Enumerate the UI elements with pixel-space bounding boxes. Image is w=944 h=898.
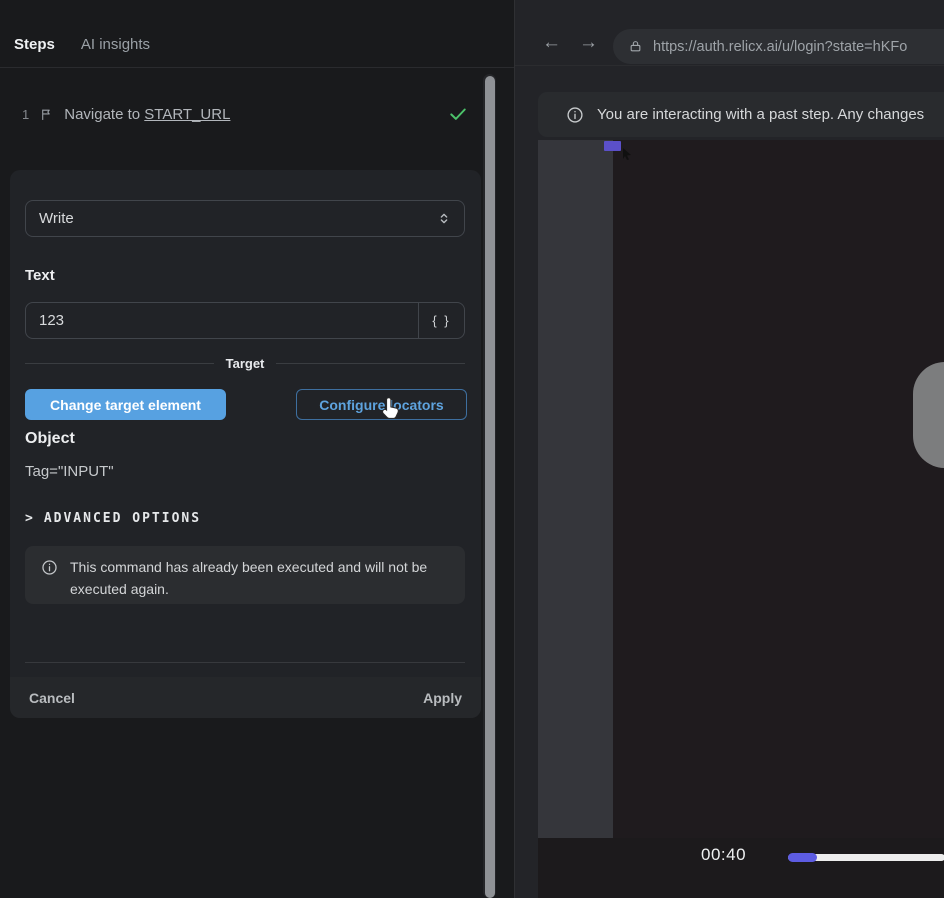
url-text: https://auth.relicx.ai/u/login?state=hKF… xyxy=(653,39,907,55)
url-bar[interactable]: https://auth.relicx.ai/u/login?state=hKF… xyxy=(613,29,944,64)
browser-back-button[interactable]: ← xyxy=(542,32,561,54)
info-icon xyxy=(566,106,584,124)
player-progress-bar[interactable] xyxy=(788,854,944,861)
past-step-banner: You are interacting with a past step. An… xyxy=(538,92,944,137)
steps-panel: Steps AI insights 1 Navigate to START_UR… xyxy=(0,0,514,898)
player-timestamp: 00:40 xyxy=(701,845,746,865)
floating-side-control[interactable] xyxy=(913,362,944,468)
replay-page-sidebar xyxy=(538,140,613,838)
flag-icon xyxy=(40,107,53,122)
step-editor-card: Write Text 123 { } Target Change target … xyxy=(10,170,481,718)
text-field-label: Text xyxy=(25,267,55,284)
banner-message: You are interacting with a past step. An… xyxy=(597,106,924,123)
replay-page-body[interactable] xyxy=(613,140,944,838)
divider-line xyxy=(25,363,214,364)
session-replay-region: 00:40 xyxy=(538,140,944,898)
footer-divider xyxy=(25,662,465,663)
object-label: Object xyxy=(25,430,75,448)
start-url-link[interactable]: START_URL xyxy=(144,106,230,123)
relicx-step-editor-window: Steps AI insights 1 Navigate to START_UR… xyxy=(0,0,944,898)
browser-replay-panel: ← → https://auth.relicx.ai/u/login?state… xyxy=(514,0,944,898)
change-target-element-button[interactable]: Change target element xyxy=(25,389,226,420)
browser-forward-button[interactable]: → xyxy=(579,32,598,54)
step-number: 1 xyxy=(22,107,29,122)
divider-line xyxy=(276,363,465,364)
editor-footer: Cancel Apply xyxy=(10,677,481,718)
select-updown-chevron-icon xyxy=(437,211,451,226)
expand-chevron-icon: > xyxy=(25,511,35,526)
step-success-check-icon xyxy=(449,107,467,121)
replay-element-highlight xyxy=(604,141,621,151)
command-select[interactable]: Write xyxy=(25,200,465,237)
step-row[interactable]: 1 Navigate to START_URL xyxy=(22,101,467,127)
text-input[interactable]: 123 xyxy=(26,303,418,338)
tab-steps[interactable]: Steps xyxy=(14,36,55,53)
text-input-row: 123 { } xyxy=(25,302,465,339)
cancel-button[interactable]: Cancel xyxy=(29,690,75,706)
panel-tabs: Steps AI insights xyxy=(0,22,514,68)
step-description: Navigate to START_URL xyxy=(64,106,230,123)
object-value: Tag="INPUT" xyxy=(25,463,114,480)
advanced-options-label: ADVANCED OPTIONS xyxy=(44,511,201,526)
apply-button[interactable]: Apply xyxy=(423,690,462,706)
advanced-options-toggle[interactable]: > ADVANCED OPTIONS xyxy=(25,511,201,526)
steps-scrollbar xyxy=(483,74,496,898)
target-label: Target xyxy=(226,356,265,371)
tab-ai-insights[interactable]: AI insights xyxy=(81,36,150,53)
executed-info-box: This command has already been executed a… xyxy=(25,546,465,604)
scrollbar-thumb[interactable] xyxy=(485,76,495,898)
command-select-value: Write xyxy=(39,210,74,227)
player-progress-fill xyxy=(788,853,817,862)
info-message: This command has already been executed a… xyxy=(70,557,442,604)
target-section-divider: Target xyxy=(25,355,465,371)
replay-cursor-icon xyxy=(622,147,632,159)
info-icon xyxy=(41,557,58,604)
insert-variable-button[interactable]: { } xyxy=(418,303,464,338)
browser-toolbar: ← → https://auth.relicx.ai/u/login?state… xyxy=(515,22,944,66)
lock-icon xyxy=(629,39,642,54)
hand-pointer-cursor-icon xyxy=(381,396,403,420)
